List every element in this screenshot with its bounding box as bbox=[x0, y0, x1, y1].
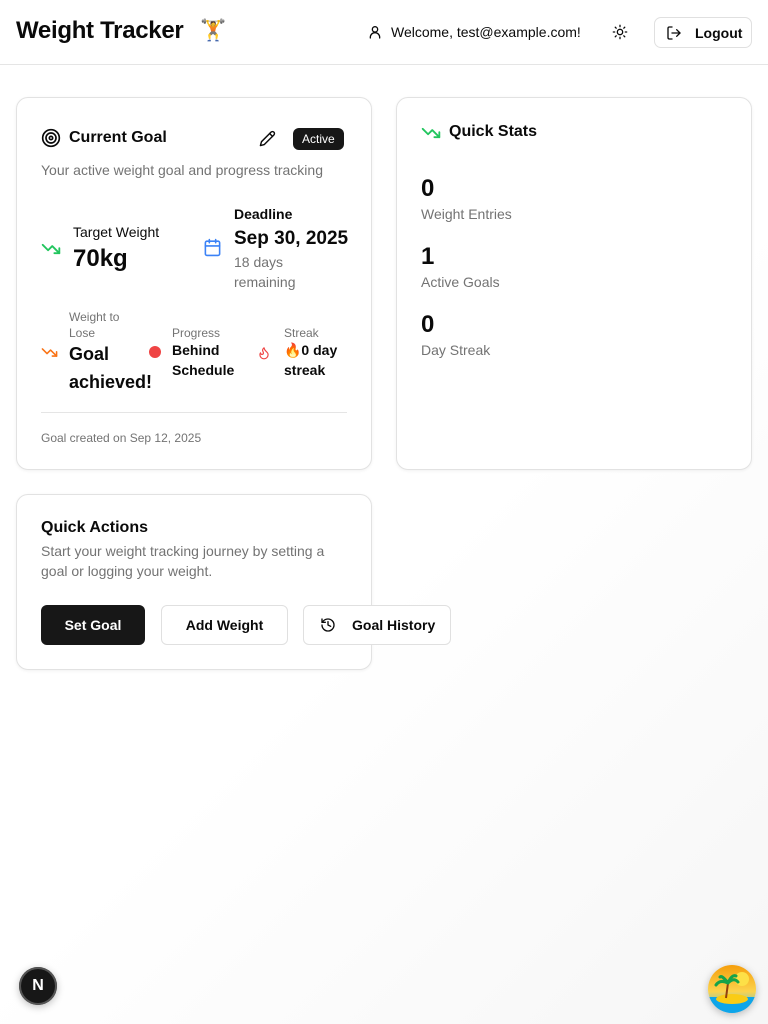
stat-label-day-streak: Day Streak bbox=[421, 342, 491, 358]
progress-value-line1: Behind bbox=[172, 342, 220, 358]
history-icon bbox=[321, 618, 335, 632]
target-weight-value: 70kg bbox=[73, 245, 128, 272]
logout-label: Logout bbox=[695, 24, 743, 41]
target-icon bbox=[41, 128, 61, 148]
add-weight-button[interactable]: Add Weight bbox=[161, 605, 288, 645]
quick-actions-card: Quick Actions Start your weight tracking… bbox=[16, 494, 451, 670]
target-weight-label: Target Weight bbox=[73, 224, 160, 240]
quick-stats-card: Quick Stats 0 Weight Entries 1 Active Go… bbox=[396, 97, 752, 470]
progress-label: Progress bbox=[172, 326, 221, 340]
set-goal-label: Set Goal bbox=[64, 617, 122, 633]
deadline-remaining-line2: remaining bbox=[234, 274, 296, 290]
quick-actions-desc-line1: Start your weight tracking journey by se… bbox=[41, 543, 325, 559]
trending-down-orange-icon bbox=[41, 348, 58, 357]
current-goal-card: Current Goal Active Your active weight g… bbox=[16, 97, 372, 470]
nextjs-dev-badge[interactable]: N bbox=[19, 967, 57, 1005]
stat-value-weight-entries: 0 bbox=[421, 175, 435, 202]
island-avatar-icon bbox=[708, 965, 756, 1013]
app-title: Weight Tracker bbox=[16, 17, 184, 44]
deadline-label: Deadline bbox=[234, 206, 293, 222]
stat-label-active-goals: Active Goals bbox=[421, 274, 500, 290]
weight-to-lose-value-line1: Goal bbox=[69, 344, 110, 364]
theme-toggle-button[interactable] bbox=[604, 16, 636, 48]
welcome-message: Welcome, test@example.com! bbox=[367, 22, 581, 42]
status-dot-icon bbox=[149, 346, 161, 358]
weight-to-lose-label-line1: Weight to bbox=[69, 310, 120, 324]
streak-value-line2: streak bbox=[284, 362, 326, 378]
card-divider bbox=[41, 412, 347, 413]
weight-to-lose-label-line2: Lose bbox=[69, 326, 96, 340]
nextjs-logo-icon: N bbox=[32, 977, 44, 994]
flame-icon bbox=[259, 347, 269, 360]
user-icon bbox=[369, 26, 381, 39]
current-goal-title: Current Goal bbox=[69, 129, 167, 146]
streak-label: Streak bbox=[284, 326, 319, 340]
streak-value-line1: 🔥0 day bbox=[284, 342, 338, 358]
progress-value-line2: Schedule bbox=[172, 362, 235, 378]
goal-history-label: Goal History bbox=[352, 617, 436, 633]
welcome-text: Welcome, test@example.com! bbox=[391, 24, 581, 40]
trending-down-icon bbox=[421, 127, 441, 139]
weight-to-lose-value-line2: achieved! bbox=[69, 372, 153, 392]
assistant-avatar-button[interactable] bbox=[708, 965, 756, 1013]
logout-icon bbox=[667, 25, 681, 40]
set-goal-button[interactable]: Set Goal bbox=[41, 605, 145, 645]
quick-actions-desc-line2: goal or logging your weight. bbox=[41, 563, 213, 579]
calendar-icon bbox=[204, 238, 221, 257]
goal-created-footer: Goal created on Sep 12, 2025 bbox=[41, 431, 202, 445]
quick-stats-title: Quick Stats bbox=[449, 123, 538, 140]
stat-label-weight-entries: Weight Entries bbox=[421, 206, 512, 222]
sun-icon bbox=[612, 24, 628, 40]
add-weight-label: Add Weight bbox=[185, 617, 264, 633]
status-badge: Active bbox=[293, 128, 344, 150]
goal-history-button[interactable]: Goal History bbox=[303, 605, 451, 645]
weightlifter-icon: 🏋️ bbox=[200, 19, 227, 42]
logout-button[interactable]: Logout bbox=[654, 17, 752, 48]
quick-actions-title: Quick Actions bbox=[41, 519, 148, 536]
goal-subtitle: Your active weight goal and progress tra… bbox=[41, 162, 323, 178]
trending-down-icon bbox=[41, 243, 61, 255]
edit-pencil-icon[interactable] bbox=[259, 130, 276, 147]
app-header: Weight Tracker 🏋️ Welcome, test@example.… bbox=[0, 0, 768, 65]
stat-value-active-goals: 1 bbox=[421, 243, 435, 270]
stat-value-day-streak: 0 bbox=[421, 311, 435, 338]
deadline-value: Sep 30, 2025 bbox=[234, 228, 349, 249]
deadline-remaining-line1: 18 days bbox=[234, 254, 284, 270]
